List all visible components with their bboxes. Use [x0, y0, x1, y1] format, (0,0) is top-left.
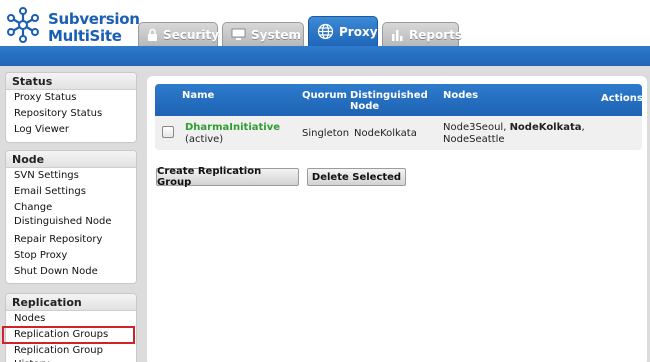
- sidebar-item-stop-proxy[interactable]: Stop Proxy: [6, 248, 136, 264]
- tab-security[interactable]: Security: [138, 22, 220, 46]
- app-logo[interactable]: Subversion MultiSite: [4, 5, 140, 45]
- lock-icon: [148, 28, 157, 41]
- tab-proxy-label: Proxy: [339, 24, 378, 39]
- logo-text: Subversion MultiSite: [48, 11, 140, 45]
- delete-selected-button[interactable]: Delete Selected: [307, 168, 406, 186]
- group-status: (active): [185, 134, 224, 145]
- row-select-checkbox[interactable]: [162, 126, 174, 138]
- content-area: Status Proxy Status Repository Status Lo…: [0, 66, 650, 362]
- globe-icon: [317, 23, 334, 40]
- nodes-line-2: NodeSeattle: [443, 134, 505, 145]
- tab-reports[interactable]: Reports: [382, 22, 463, 46]
- create-replication-group-button[interactable]: Create Replication Group: [156, 166, 299, 188]
- sidebar-item-change-distinguished-node[interactable]: Change Distinguished Node: [6, 200, 126, 230]
- tab-security-label: Security: [163, 27, 220, 42]
- tab-proxy[interactable]: Proxy: [308, 16, 378, 46]
- column-header-actions: Actions: [601, 93, 642, 104]
- nodes-line-1: Node3Seoul, NodeKolkata,: [443, 122, 593, 134]
- logo-line-1: Subversion: [48, 10, 140, 28]
- tab-system[interactable]: System: [222, 22, 304, 46]
- logo-line-2: MultiSite: [48, 27, 122, 45]
- column-header-quorum[interactable]: Quorum: [302, 90, 347, 101]
- cell-distinguished-node: NodeKolkata: [354, 128, 417, 139]
- sidebar-item-nodes[interactable]: Nodes: [6, 311, 136, 327]
- sidebar-heading-status: Status: [6, 73, 136, 90]
- bar-chart-icon: [392, 30, 403, 41]
- cell-nodes: Node3Seoul, NodeKolkata, NodeSeattle: [443, 122, 593, 146]
- sidebar-item-svn-settings[interactable]: SVN Settings: [6, 168, 136, 184]
- sidebar-item-shut-down-node[interactable]: Shut Down Node: [6, 264, 136, 280]
- sidebar-item-repair-repository[interactable]: Repair Repository: [6, 232, 136, 248]
- node-separator: ,: [581, 122, 585, 133]
- sidebar-item-proxy-status[interactable]: Proxy Status: [6, 90, 136, 106]
- monitor-icon: [231, 28, 246, 40]
- node-name-distinguished: NodeKolkata: [509, 122, 582, 133]
- sidebar-item-replication-group-history[interactable]: Replication Group History: [6, 343, 136, 362]
- tab-system-label: System: [251, 27, 301, 42]
- network-icon: [7, 7, 39, 43]
- main-panel: Name Quorum Distinguished Node Nodes Act…: [147, 76, 647, 362]
- replication-groups-table: Name Quorum Distinguished Node Nodes Act…: [155, 84, 642, 150]
- nav-bar: [0, 46, 650, 66]
- cell-name: DharmaInitiative (active): [185, 122, 280, 146]
- group-name-link[interactable]: DharmaInitiative: [185, 122, 280, 134]
- node-name: Node3Seoul,: [443, 122, 510, 133]
- sidebar-item-email-settings[interactable]: Email Settings: [6, 184, 136, 200]
- cell-quorum: Singleton: [302, 128, 350, 139]
- table-row: DharmaInitiative (active) Singleton Node…: [155, 116, 642, 150]
- column-header-distinguished-node[interactable]: Distinguished Node: [350, 90, 430, 112]
- column-header-name[interactable]: Name: [182, 90, 214, 101]
- sidebar-item-log-viewer[interactable]: Log Viewer: [6, 122, 136, 138]
- sidebar-group-replication: Replication Nodes Replication Groups Rep…: [2, 293, 137, 362]
- sidebar-heading-replication: Replication: [6, 294, 136, 311]
- tab-reports-label: Reports: [409, 27, 463, 42]
- sidebar-item-replication-groups[interactable]: Replication Groups: [2, 326, 135, 344]
- table-header: Name Quorum Distinguished Node Nodes Act…: [155, 84, 642, 116]
- sidebar-group-node: Node SVN Settings Email Settings Change …: [5, 150, 137, 284]
- sidebar-heading-node: Node: [6, 151, 136, 168]
- app-header: Subversion MultiSite Security System Pro…: [0, 0, 650, 66]
- sidebar-group-status: Status Proxy Status Repository Status Lo…: [5, 72, 137, 143]
- sidebar-item-repository-status[interactable]: Repository Status: [6, 106, 136, 122]
- column-header-nodes[interactable]: Nodes: [443, 90, 478, 101]
